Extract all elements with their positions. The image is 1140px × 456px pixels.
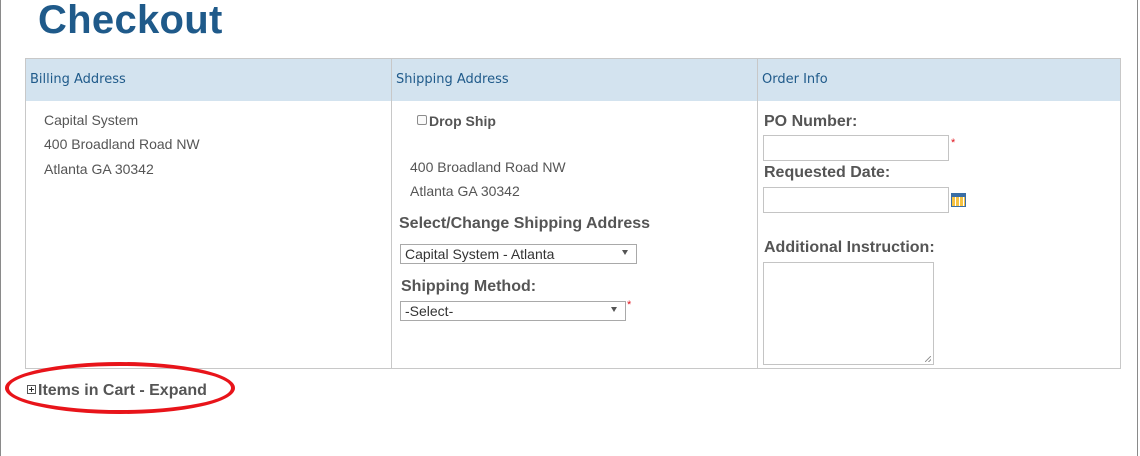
- drop-ship-checkbox[interactable]: [417, 115, 427, 125]
- order-info-header: Order Info: [762, 72, 828, 87]
- requested-date-input[interactable]: [763, 187, 949, 213]
- billing-city: Atlanta GA 30342: [44, 161, 154, 177]
- shipping-method-required-marker: *: [627, 299, 632, 311]
- page-title: Checkout: [38, 0, 223, 42]
- select-shipping-address-label: Select/Change Shipping Address: [399, 215, 651, 232]
- chevron-down-icon: [611, 307, 617, 312]
- checkout-table: Billing Address Shipping Address Order I…: [25, 58, 1121, 369]
- shipping-method-selected-value: -Select-: [405, 303, 454, 319]
- items-in-cart-expander[interactable]: Items in Cart - Expand: [27, 382, 207, 400]
- additional-instruction-label: Additional Instruction:: [764, 239, 935, 256]
- shipping-address-select[interactable]: Capital System - Atlanta: [400, 244, 637, 264]
- po-number-label: PO Number:: [764, 113, 858, 130]
- shipping-method-select[interactable]: -Select-: [400, 301, 626, 321]
- items-in-cart-label: Items in Cart - Expand: [38, 382, 207, 399]
- column-divider: [391, 59, 392, 368]
- calendar-icon[interactable]: [951, 193, 966, 207]
- po-number-input[interactable]: [763, 135, 949, 161]
- page-frame: Checkout Billing Address Shipping Addres…: [0, 0, 1138, 456]
- table-header-row: [26, 59, 1120, 101]
- additional-instruction-textarea[interactable]: [763, 262, 934, 365]
- resize-grip-icon[interactable]: [925, 356, 931, 362]
- drop-ship-label: Drop Ship: [429, 113, 496, 129]
- shipping-method-label: Shipping Method:: [401, 278, 537, 295]
- shipping-address-selected-value: Capital System - Atlanta: [405, 246, 555, 262]
- shipping-address-header: Shipping Address: [396, 72, 509, 87]
- po-number-required-marker: *: [951, 137, 956, 149]
- shipping-city: Atlanta GA 30342: [410, 183, 520, 199]
- billing-address-header: Billing Address: [30, 72, 126, 87]
- billing-street: 400 Broadland Road NW: [44, 136, 200, 152]
- shipping-street: 400 Broadland Road NW: [410, 159, 566, 175]
- billing-name: Capital System: [44, 112, 139, 128]
- chevron-down-icon: [622, 250, 628, 255]
- requested-date-label: Requested Date:: [764, 164, 891, 181]
- plus-box-icon[interactable]: [27, 385, 36, 394]
- column-divider: [757, 59, 758, 368]
